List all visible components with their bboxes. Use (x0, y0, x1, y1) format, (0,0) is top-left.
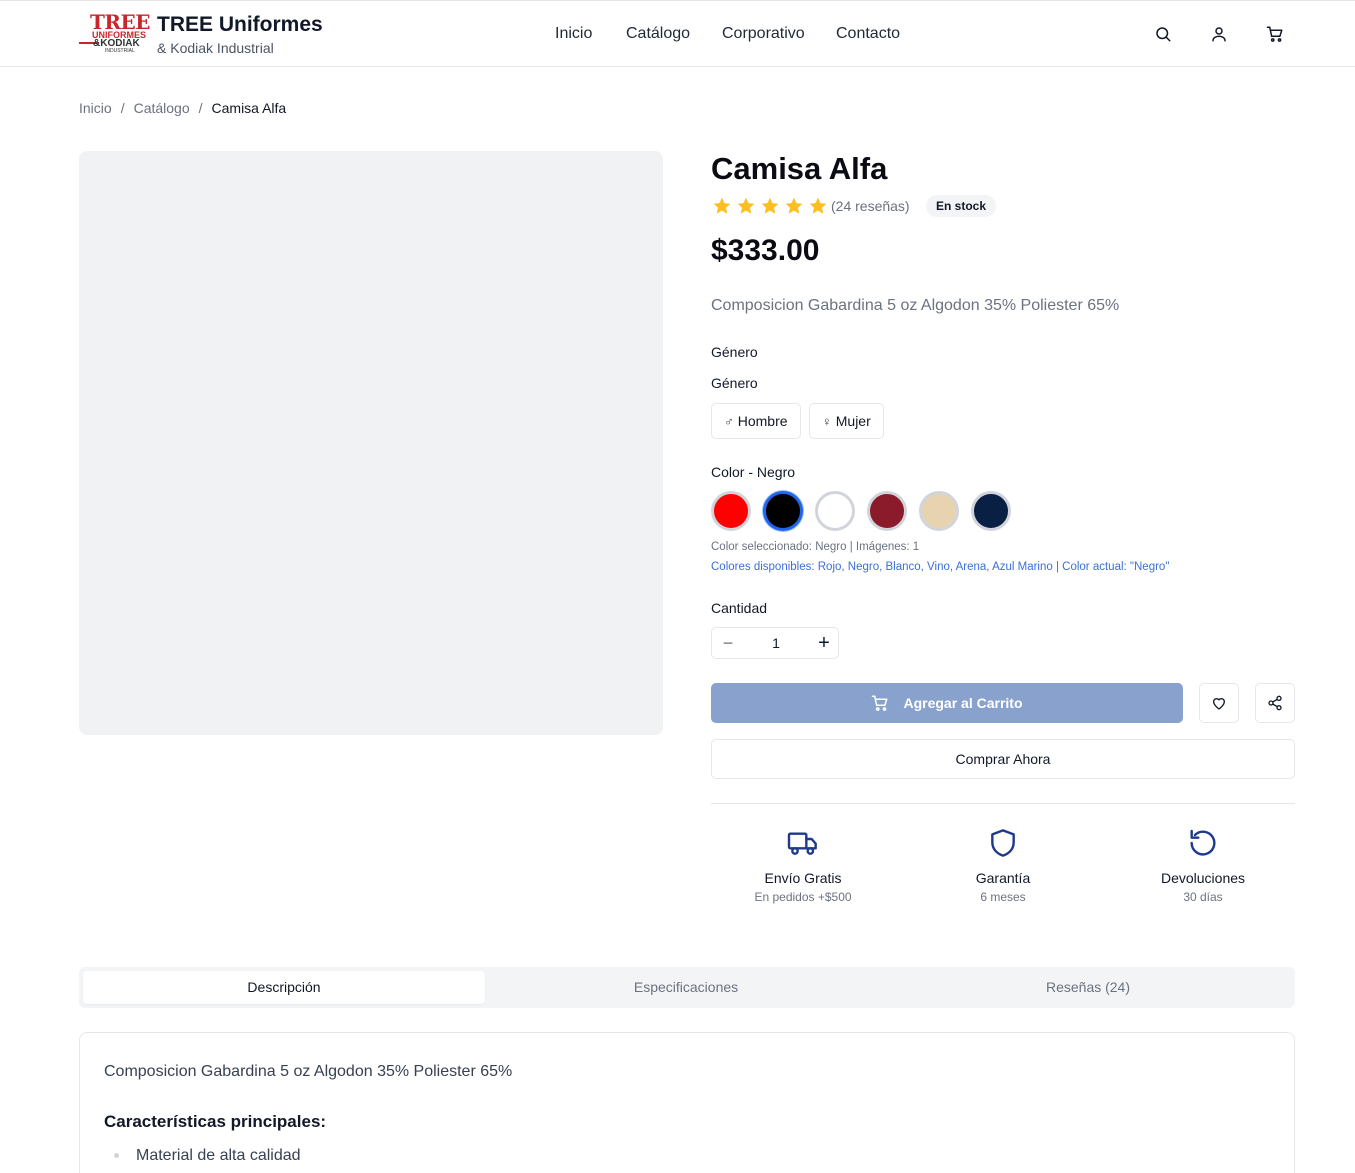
product-title: Camisa Alfa (711, 151, 888, 186)
feature-free-shipping: Envío Gratis En pedidos +$500 (703, 827, 903, 905)
feature-subtitle: 6 meses (980, 890, 1026, 904)
gender-option-mujer[interactable]: ♀ Mujer (809, 403, 884, 439)
brand-logo[interactable]: TREE UNIFORMES &KODIAK INDUSTRIAL (79, 10, 151, 56)
rating-stars (711, 196, 829, 216)
product-tabs: Descripción Especificaciones Reseñas (24… (79, 967, 1295, 1008)
feature-title: Garantía (975, 870, 1031, 886)
product-price: $333.00 (711, 234, 820, 267)
colors-available-info: Colores disponibles: Rojo, Negro, Blanco… (711, 561, 1170, 573)
reviews-count[interactable]: (24 reseñas) (831, 197, 910, 215)
gender-heading: Género (711, 344, 758, 360)
feature-subtitle: En pedidos +$500 (754, 890, 852, 904)
breadcrumb-separator: / (198, 100, 203, 116)
stock-badge: En stock (926, 195, 997, 217)
tab-especificaciones[interactable]: Especificaciones (485, 971, 887, 1004)
nav-inicio[interactable]: Inicio (555, 24, 592, 44)
breadcrumb-current: Camisa Alfa (211, 100, 287, 116)
product-image[interactable] (79, 151, 663, 735)
buy-now-button[interactable]: Comprar Ahora (711, 739, 1295, 779)
list-bullet (114, 1153, 119, 1158)
shield-icon (991, 829, 1015, 857)
breadcrumb-separator: / (120, 100, 125, 116)
search-icon[interactable] (1154, 25, 1172, 43)
tab-resenas[interactable]: Reseñas (24) (887, 971, 1289, 1004)
cart-icon (872, 695, 888, 711)
star-icon (761, 197, 779, 214)
features-heading: Características principales: (104, 1112, 327, 1131)
brand-name[interactable]: TREE Uniformes (157, 12, 323, 38)
nav-catalogo[interactable]: Catálogo (626, 24, 690, 44)
gender-option-label: Hombre (737, 413, 788, 429)
feature-title: Devoluciones (1160, 870, 1246, 886)
feature-returns: Devoluciones 30 días (1103, 827, 1303, 905)
site-header: TREE UNIFORMES &KODIAK INDUSTRIAL TREE U… (0, 0, 1355, 67)
tab-descripcion[interactable]: Descripción (83, 971, 485, 1004)
brand-subtitle: & Kodiak Industrial (157, 40, 274, 56)
quantity-label: Cantidad (711, 600, 768, 616)
color-swatch-rojo[interactable] (711, 491, 751, 531)
feature-subtitle: 30 días (1183, 890, 1223, 904)
add-to-cart-label: Agregar al Carrito (903, 695, 1023, 711)
share-icon (1268, 695, 1282, 711)
male-icon: ♂ (724, 413, 734, 429)
feature-warranty: Garantía 6 meses (903, 827, 1103, 905)
wishlist-button[interactable] (1199, 683, 1239, 723)
description-panel: Composicion Gabardina 5 oz Algodon 35% P… (79, 1032, 1295, 1173)
breadcrumb: Inicio / Catálogo / Camisa Alfa (79, 99, 286, 117)
breadcrumb-catalogo[interactable]: Catálogo (134, 100, 190, 116)
female-icon: ♀ (822, 413, 832, 429)
nav-contacto[interactable]: Contacto (836, 24, 900, 44)
color-swatch-blanco[interactable] (815, 491, 855, 531)
nav-corporativo[interactable]: Corporativo (722, 24, 805, 44)
quantity-stepper: − 1 + (711, 627, 839, 659)
feature-title: Envío Gratis (764, 870, 842, 886)
heart-icon (1213, 698, 1225, 710)
share-button[interactable] (1255, 683, 1295, 723)
truck-icon (787, 832, 817, 855)
color-label: Color - Negro (711, 464, 796, 480)
user-icon[interactable] (1210, 25, 1228, 43)
logo-text-industrial: INDUSTRIAL (105, 48, 135, 54)
color-selected-info: Color seleccionado: Negro | Imágenes: 1 (711, 541, 920, 553)
color-swatch-negro[interactable] (763, 491, 803, 531)
product-short-description: Composicion Gabardina 5 oz Algodon 35% P… (711, 297, 1120, 314)
breadcrumb-inicio[interactable]: Inicio (79, 100, 112, 116)
description-text: Composicion Gabardina 5 oz Algodon 35% P… (104, 1063, 513, 1080)
cart-icon[interactable] (1266, 25, 1284, 43)
color-swatch-arena[interactable] (919, 491, 959, 531)
gender-option-label: Mujer (835, 413, 871, 429)
star-icon (785, 197, 803, 214)
quantity-value[interactable]: 1 (744, 628, 808, 658)
quantity-decrease-button[interactable]: − (712, 628, 744, 658)
gender-option-hombre[interactable]: ♂ Hombre (711, 403, 801, 439)
color-swatch-azul-marino[interactable] (971, 491, 1011, 531)
star-icon (737, 197, 755, 214)
logo-text-tree: TREE (90, 10, 151, 34)
quantity-increase-button[interactable]: + (808, 628, 840, 658)
color-swatch-vino[interactable] (867, 491, 907, 531)
star-icon (713, 197, 731, 214)
list-item: Material de alta calidad (136, 1147, 301, 1164)
divider (711, 803, 1295, 804)
star-icon (809, 197, 827, 214)
add-to-cart-button[interactable]: Agregar al Carrito (711, 683, 1183, 723)
return-icon (1190, 829, 1216, 856)
gender-label: Género (711, 375, 758, 391)
